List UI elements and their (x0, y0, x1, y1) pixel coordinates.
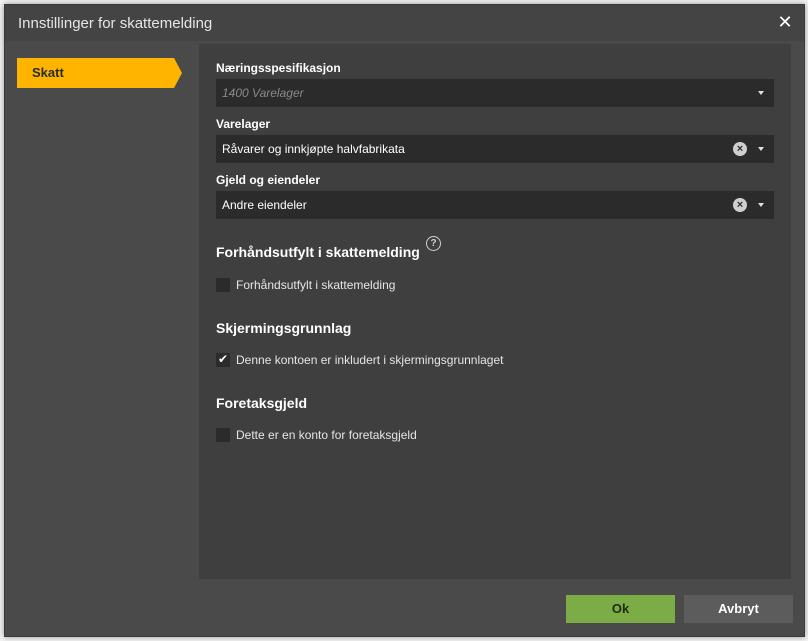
skjerming-checkbox[interactable]: ✔ (216, 352, 230, 367)
dialog-titlebar: Innstillinger for skattemelding ✕ (5, 5, 804, 41)
forhandsutfylt-checkbox-label: Forhåndsutfylt i skattemelding (236, 278, 396, 292)
checkmark-icon: ✔ (218, 352, 229, 366)
naeringsspesifikasjon-select[interactable]: 1400 Varelager (216, 79, 774, 107)
skjerming-checkbox-label: Denne kontoen er inkludert i skjermingsg… (236, 353, 504, 367)
tab-skatt[interactable]: Skatt (17, 58, 182, 88)
settings-panel: Næringsspesifikasjon 1400 Varelager Vare… (199, 44, 791, 579)
varelager-label: Varelager (216, 117, 271, 131)
dialog-title: Innstillinger for skattemelding (18, 15, 213, 32)
ok-button[interactable]: Ok (566, 595, 675, 623)
foretaksgjeld-checkbox-label: Dette er en konto for foretaksgjeld (236, 428, 417, 442)
settings-dialog: Innstillinger for skattemelding ✕ Skatt … (4, 4, 805, 637)
naeringsspesifikasjon-label: Næringsspesifikasjon (216, 61, 341, 75)
help-icon[interactable]: ? (426, 236, 441, 251)
gjeld-select[interactable]: Andre eiendeler × (216, 191, 774, 219)
naeringsspesifikasjon-placeholder: 1400 Varelager (222, 86, 304, 100)
clear-icon[interactable]: × (733, 198, 747, 212)
foretaksgjeld-title: Foretaksgjeld (216, 395, 308, 411)
cancel-button[interactable]: Avbryt (684, 595, 793, 623)
chevron-down-icon[interactable] (758, 147, 764, 151)
chevron-down-icon[interactable] (758, 91, 764, 95)
clear-icon[interactable]: × (733, 142, 747, 156)
close-icon[interactable]: ✕ (776, 13, 794, 31)
forhandsutfylt-checkbox[interactable] (216, 278, 230, 292)
foretaksgjeld-checkbox[interactable] (216, 428, 230, 442)
chevron-down-icon[interactable] (758, 203, 764, 207)
skjerming-title: Skjermingsgrunnlag (216, 320, 352, 336)
varelager-select[interactable]: Råvarer og innkjøpte halvfabrikata × (216, 135, 774, 163)
gjeld-value: Andre eiendeler (222, 198, 307, 212)
gjeld-label: Gjeld og eiendeler (216, 173, 321, 187)
varelager-value: Råvarer og innkjøpte halvfabrikata (222, 142, 405, 156)
forhandsutfylt-title: Forhåndsutfylt i skattemelding (216, 244, 420, 260)
